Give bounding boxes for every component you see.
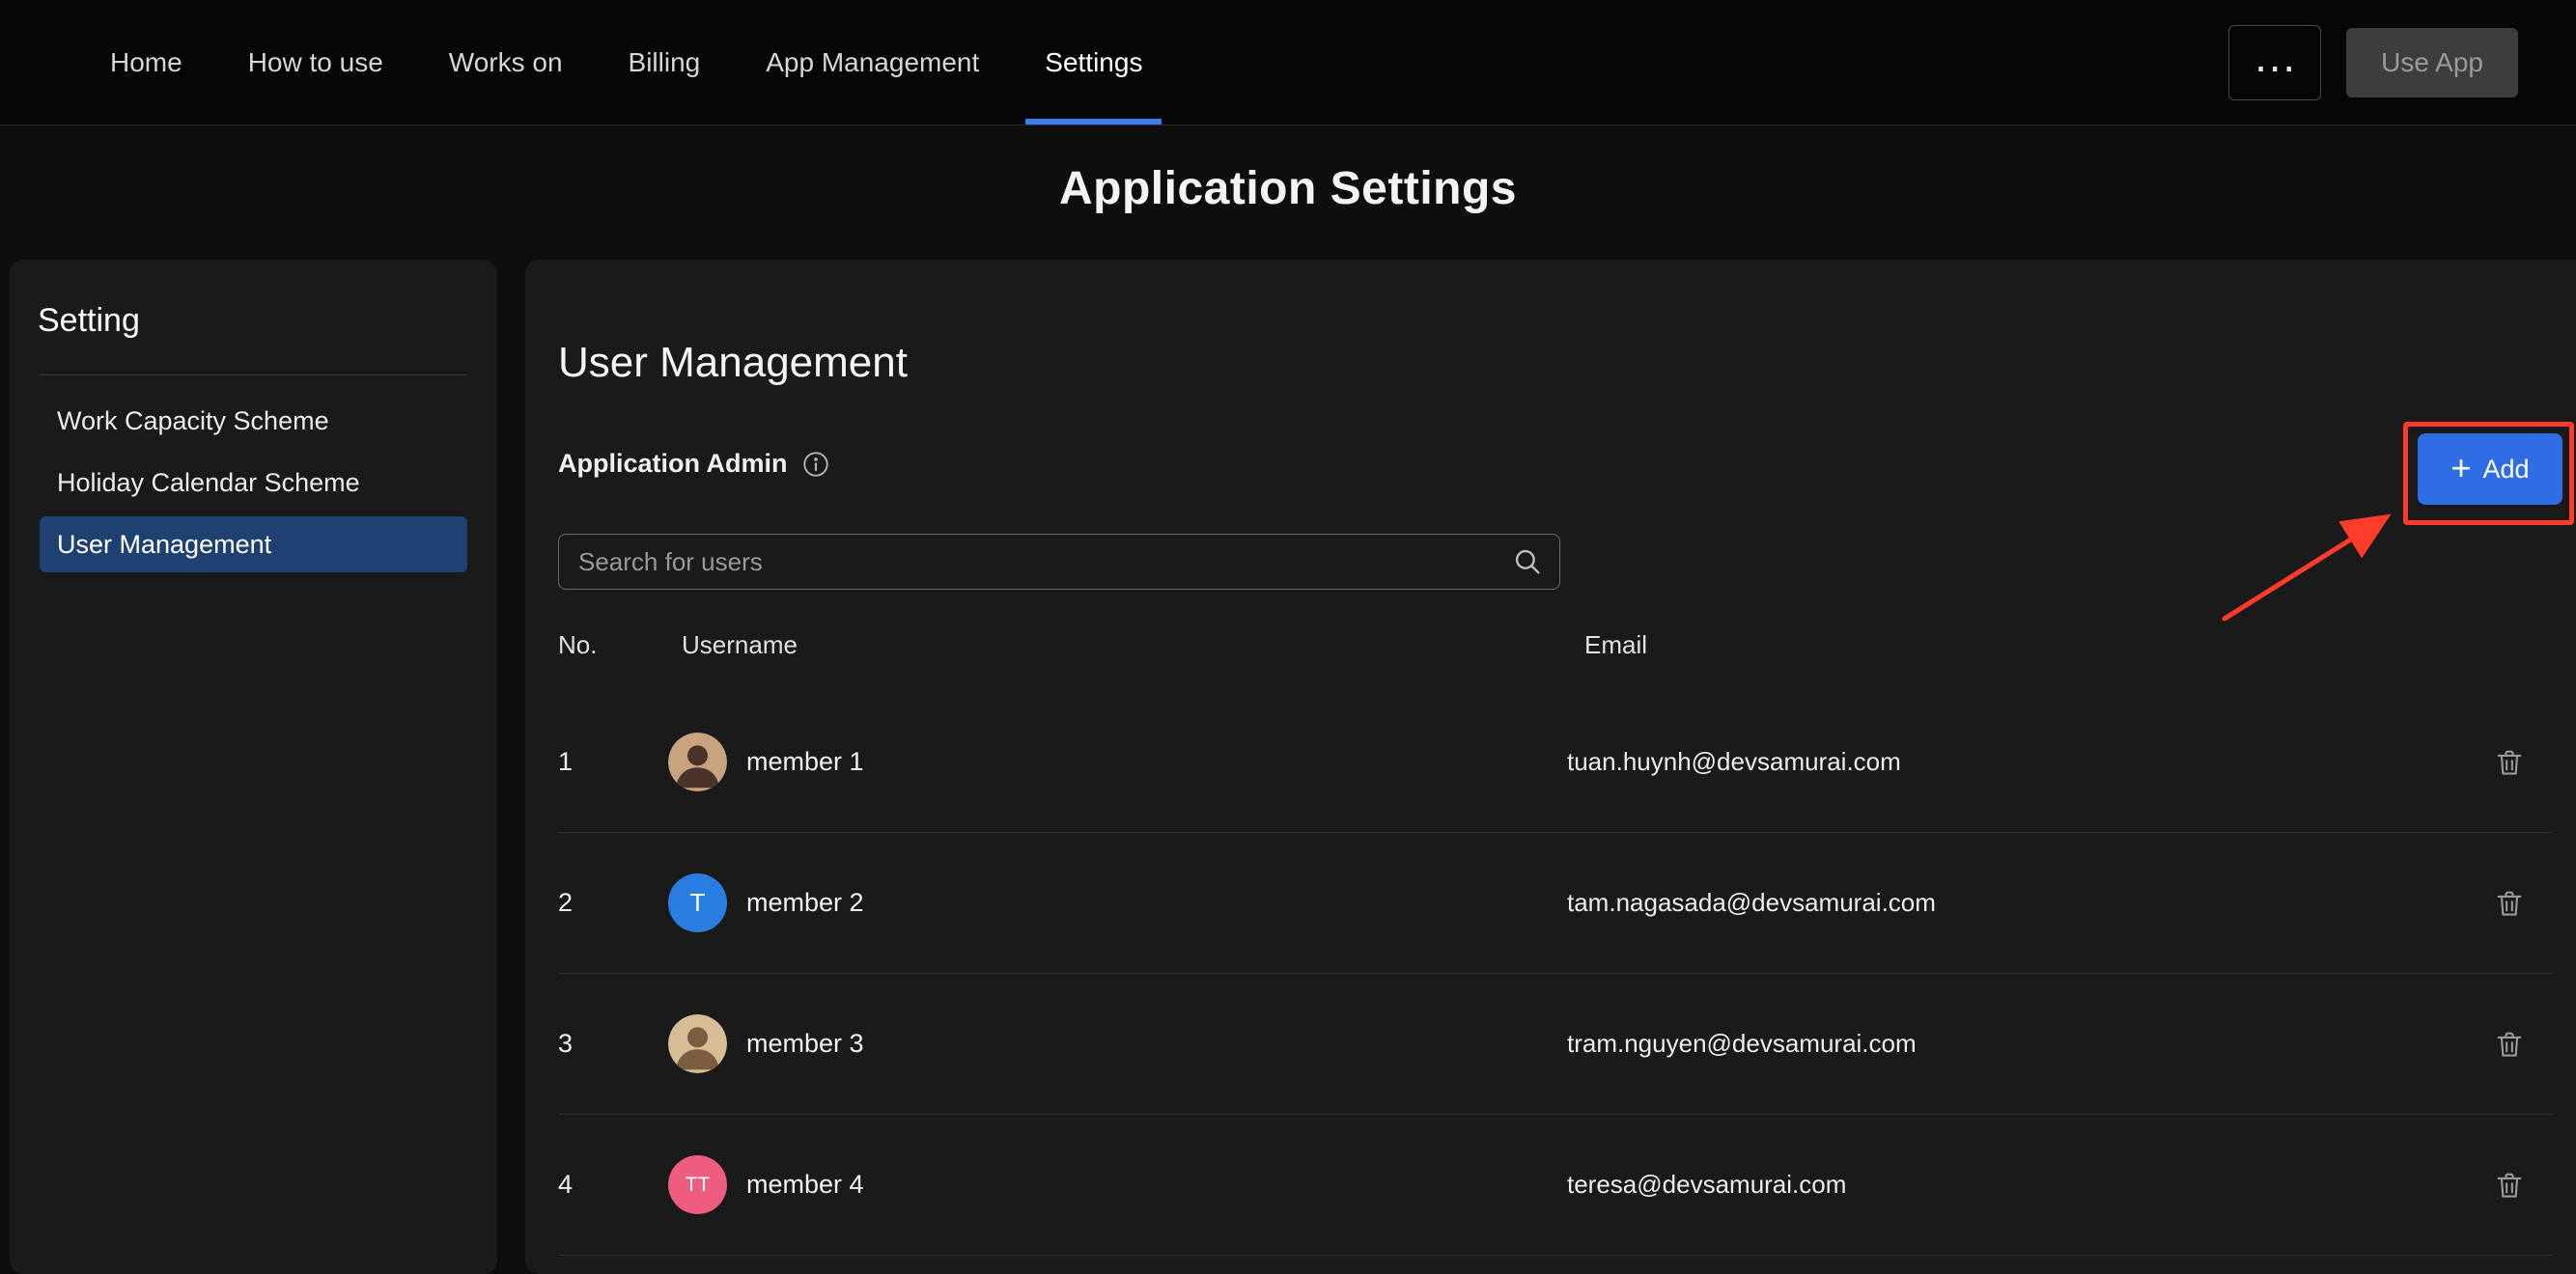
- username: member 2: [746, 888, 864, 918]
- row-actions: [2466, 1163, 2553, 1207]
- more-button[interactable]: …: [2228, 25, 2321, 100]
- use-app-button[interactable]: Use App: [2346, 28, 2518, 97]
- row-number: 1: [558, 747, 649, 777]
- user-cell: member 1: [649, 733, 1552, 791]
- add-button-label: Add: [2482, 455, 2529, 485]
- sidebar-list: Work Capacity Scheme Holiday Calendar Sch…: [10, 393, 497, 572]
- row-actions: [2466, 1022, 2553, 1066]
- delete-user-button[interactable]: [2487, 881, 2532, 926]
- table-row: 4 TT member 4 teresa@devsamurai.com: [558, 1115, 2553, 1256]
- settings-sidebar: Setting Work Capacity Scheme Holiday Cale…: [10, 260, 497, 1274]
- nav-item-billing[interactable]: Billing: [596, 0, 734, 125]
- sidebar-title: Setting: [10, 260, 497, 340]
- header-email: Email: [1552, 630, 2466, 660]
- top-navbar: Home How to use Works on Billing App Managem…: [0, 0, 2576, 125]
- add-user-button[interactable]: + Add: [2418, 433, 2562, 505]
- nav-item-label: How to use: [248, 47, 383, 78]
- table-row: 1 member 1 tuan.huynh@devsamurai.com: [558, 692, 2553, 833]
- row-number: 3: [558, 1029, 649, 1059]
- nav-item-app-management[interactable]: App Management: [733, 0, 1012, 125]
- nav-item-label: Billing: [629, 47, 701, 78]
- row-actions: [2466, 881, 2553, 926]
- nav-actions: … Use App: [2228, 25, 2518, 100]
- header-username: Username: [649, 630, 1552, 660]
- username: member 3: [746, 1029, 864, 1059]
- sidebar-item-user-management[interactable]: User Management: [40, 516, 467, 572]
- user-avatar: TT: [668, 1155, 727, 1214]
- nav-item-home[interactable]: Home: [77, 0, 215, 125]
- sidebar-item-label: Holiday Calendar Scheme: [57, 468, 360, 498]
- info-icon[interactable]: [801, 450, 830, 479]
- section-label: Application Admin: [558, 449, 788, 479]
- user-avatar: [668, 1014, 727, 1073]
- nav-item-how-to-use[interactable]: How to use: [215, 0, 416, 125]
- user-cell: TT member 4: [649, 1155, 1552, 1214]
- user-table: No. Username Email 1 member 1 tuan.huynh@d…: [558, 619, 2553, 1256]
- panel-title: User Management: [558, 339, 908, 387]
- email: tram.nguyen@devsamurai.com: [1552, 1029, 2466, 1059]
- table-row: 3 member 3 tram.nguyen@devsamurai.com: [558, 974, 2553, 1115]
- nav-item-label: Works on: [449, 47, 563, 78]
- page-title: Application Settings: [0, 162, 2576, 215]
- user-search-box: [558, 534, 1560, 590]
- sidebar-item-label: Work Capacity Scheme: [57, 406, 329, 436]
- search-input[interactable]: [559, 535, 1511, 589]
- row-number: 4: [558, 1170, 649, 1200]
- delete-user-button[interactable]: [2487, 1022, 2532, 1066]
- user-management-panel: User Management Application Admin + Add …: [525, 260, 2576, 1274]
- delete-user-button[interactable]: [2487, 1163, 2532, 1207]
- user-cell: Tmember 2: [649, 873, 1552, 932]
- sidebar-item-holiday-calendar-scheme[interactable]: Holiday Calendar Scheme: [40, 455, 467, 511]
- sidebar-item-work-capacity-scheme[interactable]: Work Capacity Scheme: [40, 393, 467, 449]
- user-cell: member 3: [649, 1014, 1552, 1073]
- nav-item-label: App Management: [766, 47, 979, 78]
- email: teresa@devsamurai.com: [1552, 1170, 2466, 1200]
- user-table-rows: 1 member 1 tuan.huynh@devsamurai.com 2Tmemb…: [558, 692, 2553, 1256]
- row-actions: [2466, 740, 2553, 785]
- user-avatar: T: [668, 873, 727, 932]
- row-number: 2: [558, 888, 649, 918]
- email: tuan.huynh@devsamurai.com: [1552, 747, 2466, 777]
- sidebar-divider: [40, 374, 467, 375]
- nav-menu: Home How to use Works on Billing App Managem…: [77, 0, 1175, 125]
- nav-item-label: Settings: [1045, 47, 1142, 78]
- sidebar-item-label: User Management: [57, 530, 271, 560]
- table-header: No. Username Email: [558, 619, 2553, 671]
- application-admin-section: Application Admin: [558, 449, 830, 479]
- delete-user-button[interactable]: [2487, 740, 2532, 785]
- email: tam.nagasada@devsamurai.com: [1552, 888, 2466, 918]
- nav-item-settings[interactable]: Settings: [1012, 0, 1175, 125]
- username: member 4: [746, 1170, 864, 1200]
- user-avatar: [668, 733, 727, 791]
- plus-icon: +: [2450, 451, 2471, 485]
- username: member 1: [746, 747, 864, 777]
- search-icon[interactable]: [1511, 545, 1544, 578]
- more-icon: …: [2253, 34, 2297, 78]
- nav-item-label: Home: [110, 47, 182, 78]
- header-no: No.: [558, 630, 649, 660]
- nav-item-works-on[interactable]: Works on: [416, 0, 596, 125]
- table-row: 2Tmember 2tam.nagasada@devsamurai.com: [558, 833, 2553, 974]
